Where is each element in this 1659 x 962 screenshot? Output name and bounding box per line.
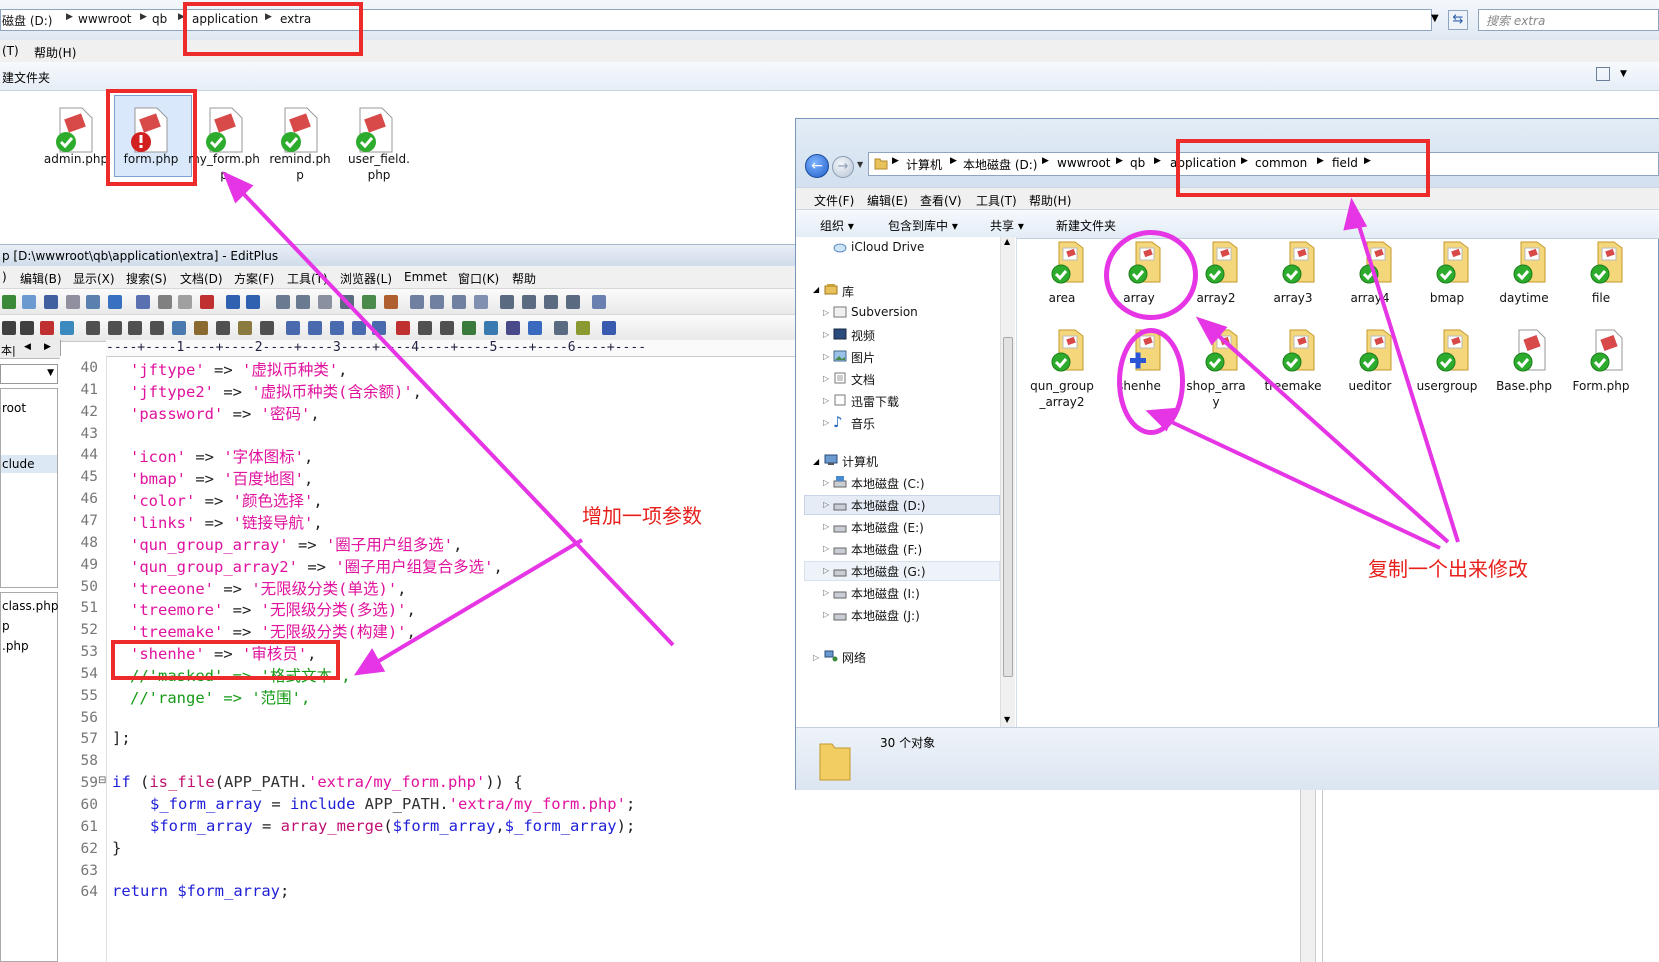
- arrow-to-shenhe-line: [370, 538, 584, 667]
- arrowhead: [1343, 197, 1368, 231]
- arrow-to-array: [1210, 328, 1450, 544]
- annotation-copy-modify: 复制一个出来修改: [1368, 557, 1528, 581]
- annotation-add-param: 增加一项参数: [582, 504, 702, 528]
- highlight-field-path: [1176, 139, 1430, 197]
- arrow-to-shenhe-folder: [1162, 416, 1441, 550]
- highlight-form-php: [106, 89, 197, 186]
- circle-shenhe-folder: [1117, 328, 1185, 435]
- circle-array-folder: [1104, 230, 1198, 320]
- highlight-extra-path: [183, 2, 363, 56]
- highlight-shenhe-line: [111, 640, 340, 680]
- arrow-to-field-breadcrumb: [1354, 215, 1460, 543]
- arrow-to-form-php: [236, 186, 675, 647]
- arrowhead: [353, 648, 386, 676]
